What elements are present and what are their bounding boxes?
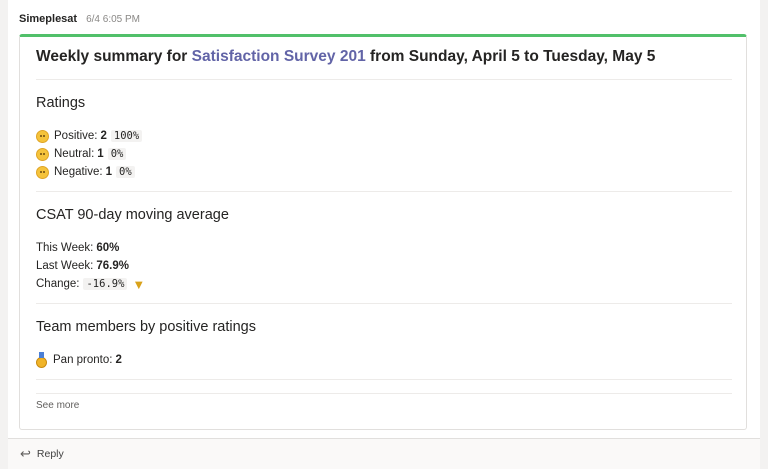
rating-percent: 0% (116, 166, 135, 178)
neutral-face-icon (36, 147, 49, 161)
team-heading: Team members by positive ratings (36, 319, 256, 335)
rating-percent: 0% (107, 148, 127, 160)
divider (36, 379, 732, 380)
csat-this-week: This Week: 60% (36, 240, 119, 256)
member-name: Pan pronto: (53, 354, 113, 366)
thumbs-down-icon: ▼ (132, 276, 146, 292)
team-member: Pan pronto: 2 (36, 351, 122, 368)
sender-name[interactable]: Simeplesat (19, 13, 77, 25)
csat-last-week: Last Week: 76.9% (36, 258, 129, 274)
rating-count: 1 (105, 166, 112, 178)
card-title: Weekly summary for Satisfaction Survey 2… (36, 48, 736, 66)
message-container: Simeplesat 6/4 6:05 PM Weekly summary fo… (8, 0, 760, 469)
title-prefix: Weekly summary for (36, 48, 192, 65)
divider (36, 191, 732, 192)
rating-percent: 100% (110, 130, 143, 142)
frowning-face-icon (36, 165, 49, 179)
csat-label: Change: (36, 278, 80, 290)
message-header: Simeplesat 6/4 6:05 PM (19, 13, 140, 29)
ratings-heading: Ratings (36, 95, 86, 111)
rating-positive: Positive: 2 100% (36, 128, 143, 144)
rating-count: 2 (100, 130, 107, 142)
summary-card: Weekly summary for Satisfaction Survey 2… (19, 34, 747, 430)
reply-arrow-icon: ↩ (20, 446, 31, 461)
divider (36, 79, 732, 80)
rating-label: Neutral: (54, 148, 95, 160)
reply-button[interactable]: ↩ Reply (20, 446, 64, 462)
rating-count: 1 (97, 148, 104, 160)
csat-label: This Week: (36, 242, 94, 254)
csat-heading: CSAT 90-day moving average (36, 207, 229, 223)
divider (36, 393, 732, 394)
member-count: 2 (115, 354, 122, 366)
slightly-smiling-face-icon (36, 129, 49, 143)
rating-neutral: Neutral: 1 0% (36, 146, 127, 162)
see-more-link[interactable]: See more (36, 400, 79, 411)
gold-medal-icon (36, 351, 47, 368)
rating-label: Positive: (54, 130, 98, 142)
survey-link[interactable]: Satisfaction Survey 201 (192, 48, 366, 65)
reply-bar: ↩ Reply (8, 438, 760, 469)
csat-label: Last Week: (36, 260, 94, 272)
reply-label: Reply (36, 448, 64, 460)
csat-value: 76.9% (96, 260, 129, 272)
message-timestamp: 6/4 6:05 PM (86, 14, 141, 25)
title-suffix: from Sunday, April 5 to Tuesday, May 5 (365, 48, 656, 65)
csat-change-value: -16.9% (83, 278, 128, 290)
divider (36, 303, 732, 304)
rating-negative: Negative: 1 0% (36, 164, 135, 180)
csat-value: 60% (96, 242, 120, 254)
csat-change: Change: -16.9% ▼ (36, 276, 145, 292)
rating-label: Negative: (54, 166, 103, 178)
